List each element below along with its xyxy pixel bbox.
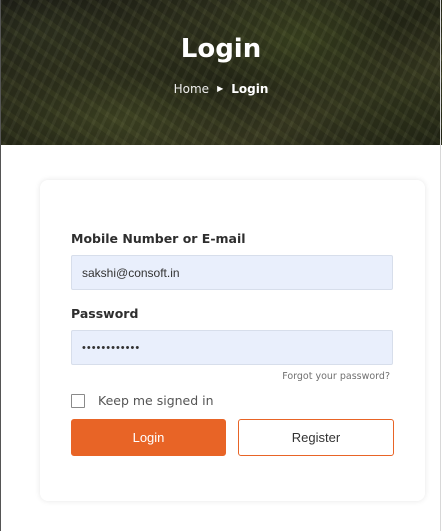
mobile-email-label: Mobile Number or E-mail (71, 231, 246, 246)
login-card: Mobile Number or E-mail Password Forgot … (40, 180, 425, 501)
breadcrumb: Home ▶ Login (0, 82, 442, 96)
breadcrumb-home-link[interactable]: Home (174, 82, 209, 96)
mobile-email-input[interactable] (71, 255, 393, 290)
password-label: Password (71, 306, 139, 321)
register-button[interactable]: Register (238, 419, 394, 456)
keep-signed-in-row[interactable]: Keep me signed in (71, 393, 214, 408)
hero-banner: Login Home ▶ Login (0, 0, 442, 145)
page-title: Login (180, 34, 262, 64)
breadcrumb-separator-icon: ▶ (217, 84, 224, 93)
login-button[interactable]: Login (71, 419, 226, 456)
keep-signed-in-checkbox[interactable] (71, 393, 85, 408)
forgot-password-link[interactable]: Forgot your password? (282, 371, 390, 382)
keep-signed-in-label: Keep me signed in (98, 393, 214, 408)
password-input[interactable] (71, 330, 393, 365)
breadcrumb-current: Login (231, 82, 269, 96)
